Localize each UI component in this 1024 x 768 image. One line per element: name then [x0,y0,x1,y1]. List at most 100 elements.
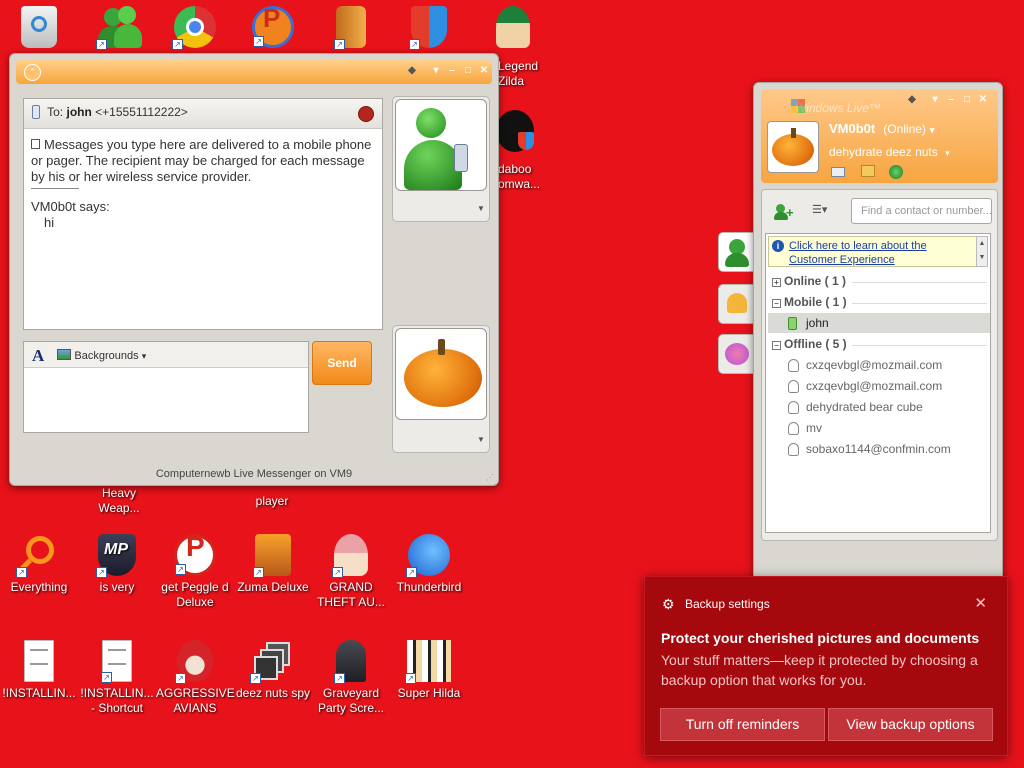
banner-scrollbar[interactable]: ▲ ▼ [976,236,988,267]
contact-name: cxzqevbgl@mozmail.com [806,358,943,372]
desktop-icon-thunderbird[interactable]: ↗ Thunderbird [390,534,468,595]
group-online[interactable]: + Online ( 1 ) [772,274,987,288]
contact-name: john [806,316,829,330]
get-peggle-label: get Peggle d Deluxe [161,580,229,609]
messenger-header: Windows Live™ ◆ ▾ – □ ✕ VM0b0t (Online) ▾ … [761,89,998,183]
mail-icon[interactable] [831,167,845,177]
desktop-icon-everything[interactable]: ↗ Everything [0,534,78,595]
close-icon[interactable]: ✕ [977,94,989,106]
chat-window: ⌃ ◆ ▾ – □ ✕ To: john <+15551112222> Mess… [9,53,499,486]
desktop-icon-peggle-top[interactable]: P ↗ [234,5,312,52]
thunderbird-icon: ↗ [406,534,450,578]
desktop-icon-aggressive-avians[interactable]: ↗ AGGRESSIVE AVIANS [156,640,235,716]
mp-shield-icon: MP ↗ [96,534,136,578]
contact-item[interactable]: cxzqevbgl@mozmail.com [768,376,990,396]
zilda-character-icon [496,6,530,48]
tab-notifications[interactable] [718,284,754,324]
send-button[interactable]: Send [312,341,372,385]
divider [31,188,79,189]
contact-item[interactable]: mv [768,418,990,438]
pixel-art-icon: ↗ [405,640,451,684]
desktop-icon-gta[interactable]: ↗ GRAND THEFT AU... [312,534,390,610]
chevron-down-icon[interactable]: ▼ [475,203,487,215]
display-name-status[interactable]: VM0b0t (Online) ▾ [829,121,934,136]
sdaboo-label: daboo omwa... [498,162,541,191]
recipient-bar: To: john <+15551112222> [24,99,382,129]
desktop-icon-get-peggle[interactable]: P ↗ get Peggle d Deluxe [156,533,234,610]
add-contact-icon[interactable]: + [774,204,794,220]
folder-icon[interactable] [861,165,875,177]
minimize-icon[interactable]: – [945,94,957,106]
contact-name: cxzqevbgl@mozmail.com [806,379,943,393]
maximize-icon[interactable]: □ [462,65,474,77]
desktop-icon-book-game[interactable]: ↗ [312,6,390,52]
message-input[interactable] [24,368,308,432]
offline-person-icon [788,443,799,456]
paint-bucket-icon[interactable]: ◆ [906,94,918,106]
desktop-icon-deez-nuts-spy[interactable]: ↗ deez nuts spy [234,640,312,701]
turn-off-reminders-button[interactable]: Turn off reminders [660,708,825,741]
desktop-icon-super-hilda[interactable]: ↗ Super Hilda [390,640,468,701]
to-prefix: To: [47,105,64,119]
chevron-down-icon[interactable]: ▼ [475,434,487,446]
contact-list: i Click here to learn about the Customer… [765,233,991,533]
desktop-icon-is-very[interactable]: MP ↗ is very [78,534,156,595]
chevron-down-icon[interactable]: ▾ [430,65,442,77]
contact-item[interactable]: dehydrated bear cube [768,397,990,417]
desktop-icon-zuma[interactable]: ↗ Zuma Deluxe [234,534,312,595]
close-icon[interactable]: ✕ [974,594,987,612]
chat-titlebar[interactable]: ⌃ ◆ ▾ – □ ✕ [16,60,492,84]
personal-message[interactable]: dehydrate deez nuts ▾ [829,145,950,159]
tab-whatsnew[interactable] [718,334,754,374]
installin-label: !INSTALLIN... [2,686,76,700]
paint-bucket-icon[interactable]: ◆ [406,65,418,77]
status-globe-icon[interactable] [889,165,903,179]
close-icon[interactable]: ✕ [478,65,490,77]
backgrounds-icon[interactable] [57,349,72,360]
customer-experience-banner[interactable]: i Click here to learn about the Customer… [768,236,977,267]
contact-item[interactable]: cxzqevbgl@mozmail.com [768,355,990,375]
desktop-icon-chrome[interactable]: ↗ [156,6,234,52]
list-view-icon[interactable]: ☰▾ [812,204,834,218]
desktop-icon-installin-shortcut[interactable]: ↗ !INSTALLIN... - Shortcut [78,640,156,716]
zuma-label: Zuma Deluxe [237,580,309,594]
maximize-icon[interactable]: □ [961,94,973,106]
contact-item-john[interactable]: john [768,313,990,333]
font-button[interactable]: A [32,346,44,365]
messenger-menu-icon[interactable]: ⌃ [24,64,41,81]
desktop-icon-shield-setup[interactable]: ↗ [390,6,468,52]
own-avatar-frame: ▼ [392,325,490,453]
chat-footer: Computernewb Live Messenger on VM9 [155,468,353,480]
contact-item[interactable]: sobaxo1144@confmin.com [768,439,990,459]
tab-contacts[interactable] [718,232,754,272]
chevron-down-icon[interactable]: ▾ [142,351,147,361]
desktop-icon-legend-zilda[interactable]: Legend Zilda [468,6,558,88]
minimize-icon[interactable]: – [446,65,458,77]
recycle-bin-icon [21,6,57,48]
desktop-icon-graveyard[interactable]: ↗ Graveyard Party Scre... [312,640,390,716]
desktop-icon-messenger[interactable]: ↗ [80,6,158,52]
chevron-down-icon[interactable]: ▾ [929,94,941,106]
installin-shortcut-label: !INSTALLIN... - Shortcut [80,686,154,715]
sdaboo-shield-icon [496,110,534,152]
backgrounds-button[interactable]: Backgrounds [74,350,138,362]
resize-grip-icon[interactable]: ⋰ [486,473,494,482]
desktop-icon-installin[interactable]: !INSTALLIN... [0,640,78,701]
graveyard-label: Graveyard Party Scre... [317,686,385,715]
view-backup-options-button[interactable]: View backup options [828,708,993,741]
info-banner-text[interactable]: Click here to learn about the Customer E… [789,240,927,266]
toast-title: Protect your cherished pictures and docu… [661,630,980,646]
group-offline[interactable]: – Offline ( 5 ) [772,337,987,351]
own-display-picture[interactable] [767,121,819,173]
group-mobile[interactable]: – Mobile ( 1 ) [772,295,987,309]
desktop-icon-recycle-bin[interactable] [0,6,78,52]
own-avatar-pumpkin[interactable] [395,328,487,420]
contact-avatar[interactable] [395,99,487,191]
legend-zilda-label: Legend Zilda [498,59,539,88]
chevron-down-icon: ▾ [929,125,935,135]
block-icon[interactable] [358,106,374,122]
sender-line: VM0b0t says: [31,199,110,214]
player-label[interactable]: player [236,494,308,509]
search-input[interactable]: Find a contact or number... [851,198,992,224]
heavy-weap-label[interactable]: Heavy Weap... [90,486,148,516]
